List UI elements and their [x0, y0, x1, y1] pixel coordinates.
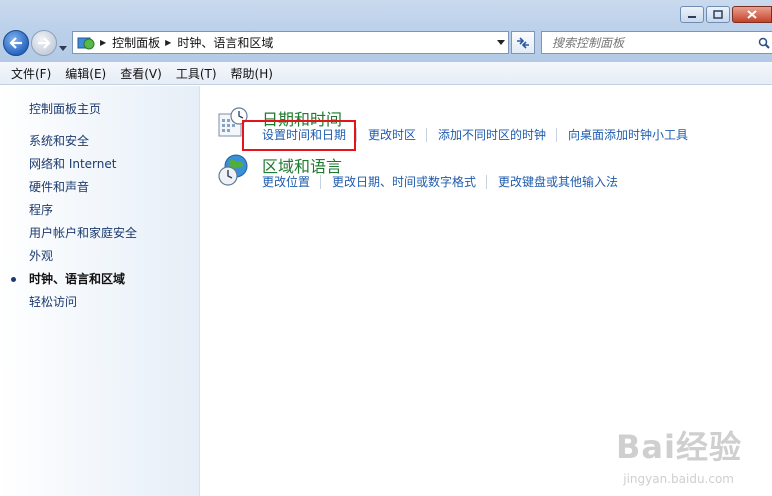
left-nav-pane: 控制面板主页 系统和安全 网络和 Internet 硬件和声音 程序 用户帐户和…	[0, 86, 200, 496]
active-bullet	[11, 277, 16, 282]
group-title-region-language[interactable]: 区域和语言	[262, 153, 342, 177]
category-system-security[interactable]: 系统和安全	[29, 133, 137, 156]
main-content: 日期和时间 设置时间和日期 更改时区 添加不同时区的时钟 向桌面添加时钟小工具 …	[201, 86, 772, 496]
breadcrumb-clock-language-region[interactable]: 时钟、语言和区域	[177, 34, 273, 51]
link-change-location[interactable]: 更改位置	[262, 175, 322, 189]
menu-edit[interactable]: 编辑(E)	[58, 65, 113, 82]
category-hardware-sound[interactable]: 硬件和声音	[29, 179, 137, 202]
globe-clock-icon	[218, 154, 248, 186]
category-user-accounts[interactable]: 用户帐户和家庭安全	[29, 225, 137, 248]
category-network-internet[interactable]: 网络和 Internet	[29, 156, 137, 179]
back-arrow-icon	[9, 37, 22, 49]
back-button[interactable]	[3, 30, 29, 56]
maximize-button[interactable]	[706, 6, 730, 23]
window-titlebar: ▶ 控制面板 ▶ 时钟、语言和区域	[0, 0, 772, 62]
close-icon	[747, 10, 757, 19]
chevron-down-icon	[59, 46, 67, 51]
address-dropdown[interactable]	[494, 32, 508, 53]
category-clock-language-region[interactable]: 时钟、语言和区域	[11, 271, 137, 294]
forward-button[interactable]	[31, 30, 57, 56]
menu-tools[interactable]: 工具(T)	[169, 65, 224, 82]
refresh-button[interactable]	[511, 31, 535, 54]
category-list: 系统和安全 网络和 Internet 硬件和声音 程序 用户帐户和家庭安全 外观…	[11, 133, 137, 317]
group-links-region-language: 更改位置 更改日期、时间或数字格式 更改键盘或其他输入法	[262, 175, 628, 189]
link-change-timezone[interactable]: 更改时区	[368, 128, 428, 142]
menu-view[interactable]: 查看(V)	[113, 65, 169, 82]
control-panel-icon	[77, 37, 95, 49]
category-programs[interactable]: 程序	[29, 202, 137, 225]
link-change-keyboards[interactable]: 更改键盘或其他输入法	[498, 175, 628, 189]
close-button[interactable]	[732, 6, 772, 23]
caption-buttons	[680, 6, 772, 23]
breadcrumb-label: 时钟、语言和区域	[177, 36, 274, 50]
refresh-icon	[517, 36, 529, 49]
breadcrumb-separator[interactable]: ▶	[95, 38, 112, 47]
search-input[interactable]	[542, 35, 742, 50]
category-label: 时钟、语言和区域	[29, 272, 126, 286]
menu-bar: 文件(F) 编辑(E) 查看(V) 工具(T) 帮助(H)	[0, 62, 772, 85]
category-appearance[interactable]: 外观	[29, 248, 137, 271]
chevron-down-icon	[497, 40, 505, 45]
minimize-icon	[688, 15, 696, 18]
menu-file[interactable]: 文件(F)	[4, 65, 58, 82]
control-panel-home-link[interactable]: 控制面板主页	[29, 100, 101, 117]
breadcrumb-label: 控制面板	[112, 36, 161, 50]
breadcrumb-control-panel[interactable]: 控制面板 ▶	[112, 34, 177, 51]
baidu-watermark-url: jingyan.baidu.com	[623, 472, 734, 486]
link-add-clocks[interactable]: 添加不同时区的时钟	[438, 128, 558, 142]
forward-arrow-icon	[38, 37, 51, 49]
baidu-watermark: Bai经验	[616, 428, 742, 466]
history-dropdown[interactable]	[59, 40, 67, 54]
address-bar[interactable]: ▶ 控制面板 ▶ 时钟、语言和区域	[72, 31, 509, 54]
search-box[interactable]	[541, 31, 772, 54]
menu-help[interactable]: 帮助(H)	[224, 65, 280, 82]
category-ease-of-access[interactable]: 轻松访问	[29, 294, 137, 317]
annotation-highlight-box	[242, 120, 356, 151]
link-add-clock-gadget[interactable]: 向桌面添加时钟小工具	[568, 128, 698, 142]
maximize-icon	[713, 10, 723, 19]
link-change-formats[interactable]: 更改日期、时间或数字格式	[332, 175, 488, 189]
minimize-button[interactable]	[680, 6, 704, 23]
search-icon[interactable]	[758, 37, 770, 49]
